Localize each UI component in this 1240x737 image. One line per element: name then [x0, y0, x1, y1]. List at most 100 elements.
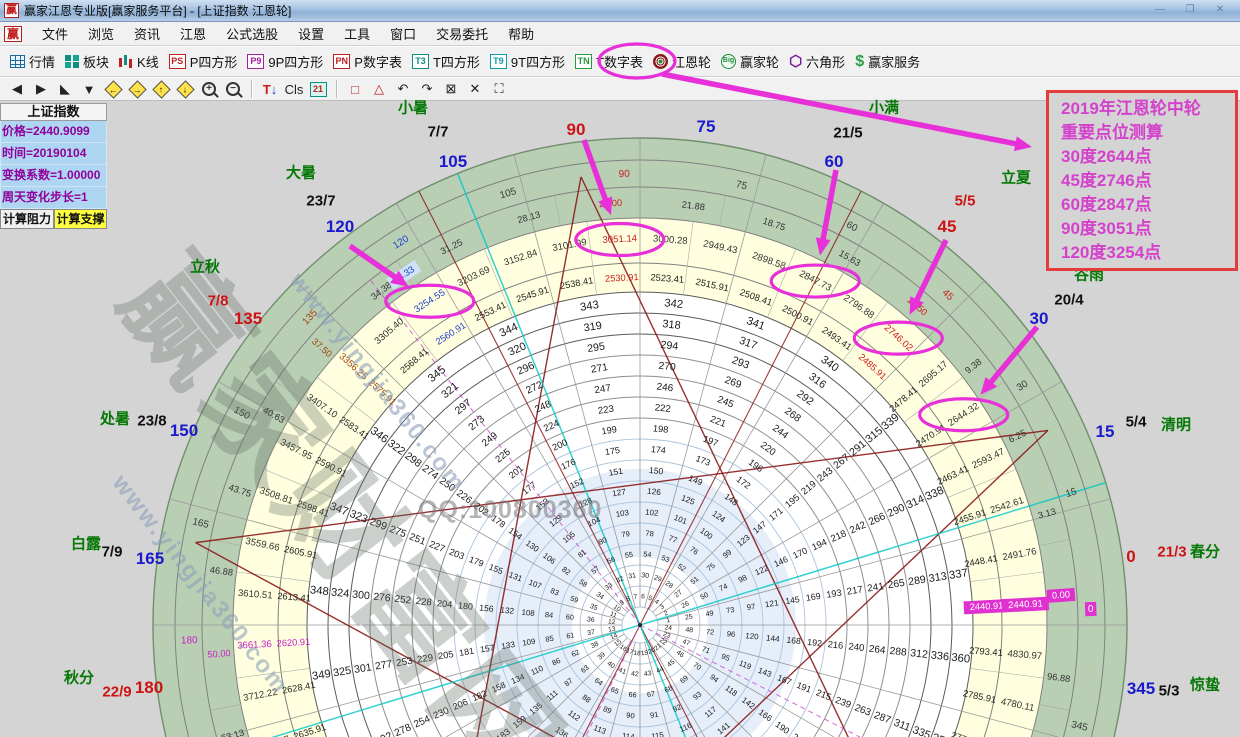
solar-term-label: 立秋 [190, 256, 220, 277]
menu-bar: 赢 文件浏览资讯江恩公式选股设置工具窗口交易委托帮助 [0, 22, 1240, 46]
toolbar-button-9P四方形[interactable]: P9 9P四方形 [243, 50, 329, 73]
degree-label: 120 [326, 217, 354, 237]
p9-square-icon: P9 [247, 54, 264, 69]
triangle-tool-icon[interactable]: △ [368, 79, 390, 99]
date-label: 5/5 [955, 193, 976, 210]
toolbar-button-K线[interactable]: K线 [115, 50, 165, 73]
toolbar-label: 赢家轮 [740, 52, 779, 71]
toolbar-button-六角形[interactable]: ⬡ 六角形 [785, 50, 851, 73]
toolbar-label: 赢家服务 [868, 52, 920, 71]
close-icon[interactable]: ✕ [1208, 2, 1232, 18]
solar-term-label: 大暑 [286, 162, 316, 183]
winner-wheel-icon: Big [721, 54, 736, 69]
market-grid-icon [10, 55, 25, 68]
degree-label: 105 [439, 152, 467, 172]
maximize-icon[interactable]: ❐ [1178, 2, 1202, 18]
degree-label: 180 [135, 678, 163, 698]
menu-item-1[interactable]: 浏览 [78, 21, 124, 46]
cls-button[interactable]: Cls [283, 79, 305, 99]
toolbar-label: P四方形 [190, 52, 238, 71]
date-label: 22/9 [102, 684, 131, 701]
gann-wheel-icon [653, 54, 668, 69]
page-down-icon[interactable]: ▼ [78, 79, 100, 99]
date-label: 23/7 [306, 193, 335, 210]
solar-term-label: 惊蛰 [1190, 674, 1220, 695]
calc-button-0[interactable]: 计算阻力 [0, 209, 54, 229]
zoom-in-icon[interactable]: + [198, 79, 220, 99]
toolbar-button-江恩轮[interactable]: 江恩轮 [649, 50, 717, 73]
calendar-icon[interactable]: 21 [307, 79, 329, 99]
degree-label: 165 [136, 549, 164, 569]
menu-item-2[interactable]: 资讯 [124, 21, 170, 46]
app-logo-icon: 赢 [4, 3, 19, 18]
screen-tool-icon[interactable]: ⛶ [488, 79, 510, 99]
toolbar-button-T四方形[interactable]: T3 T四方形 [408, 50, 486, 73]
toolbar-button-9T四方形[interactable]: T99T四方形 [486, 50, 571, 73]
date-label: 21/3 [1157, 544, 1186, 561]
toolbar-label: 六角形 [806, 52, 845, 71]
blocks-icon [65, 55, 79, 68]
zoom-out-icon[interactable]: − [222, 79, 244, 99]
calc-button-1[interactable]: 计算支撑 [54, 209, 107, 229]
solar-term-label: 处暑 [100, 408, 130, 429]
solar-term-label: 白露 [71, 533, 101, 554]
square-tool-icon[interactable]: □ [344, 79, 366, 99]
menu-item-9[interactable]: 帮助 [498, 21, 544, 46]
t-down-icon[interactable]: T↓ [259, 79, 281, 99]
diamond-left-icon[interactable]: ← [102, 79, 124, 99]
annotation-line-2: 30度2644点 [1061, 145, 1235, 169]
title-bar[interactable]: 赢 赢家江恩专业版[赢家服务平台] - [上证指数 江恩轮] —❐✕ [0, 0, 1240, 22]
annotation-line-0: 2019年江恩轮中轮 [1061, 97, 1235, 121]
annotation-line-4: 60度2847点 [1061, 193, 1235, 217]
info-row-2: 变换系数=1.00000 [0, 165, 107, 187]
hexagon-icon: ⬡ [789, 54, 802, 69]
t3-square-icon: T3 [412, 54, 429, 69]
next-arrow-icon[interactable]: ▶ [30, 79, 52, 99]
minimize-icon[interactable]: — [1148, 2, 1172, 18]
toolbar-label: 9P四方形 [268, 52, 323, 71]
annotation-line-1: 重要点位测算 [1061, 121, 1235, 145]
diamond-up-icon[interactable]: ↑ [150, 79, 172, 99]
annotation-box: 2019年江恩轮中轮重要点位测算30度2644点45度2746点60度2847点… [1046, 90, 1238, 271]
prev-arrow-icon[interactable]: ◀ [6, 79, 28, 99]
toolbar-button-T数字表[interactable]: TNT数字表 [571, 50, 649, 73]
info-row-1: 时间=20190104 [0, 143, 107, 165]
menu-item-7[interactable]: 窗口 [380, 21, 426, 46]
date-label: 7/7 [428, 124, 449, 141]
degree-label: 60 [825, 152, 844, 172]
menu-item-0[interactable]: 文件 [32, 21, 78, 46]
degree-label: 150 [170, 421, 198, 441]
date-label: 20/4 [1054, 292, 1083, 309]
solar-term-label: 小暑 [398, 97, 428, 118]
toolbar-button-赢家服务[interactable]: $赢家服务 [851, 50, 926, 73]
kline-icon [119, 55, 133, 69]
degree-label: 15 [1096, 422, 1115, 442]
diamond-down-icon[interactable]: ↓ [174, 79, 196, 99]
index-info-panel: 上证指数 价格=2440.9099时间=20190104变换系数=1.00000… [0, 103, 107, 229]
info-row-3: 周天变化步长=1 [0, 187, 107, 209]
menu-item-4[interactable]: 公式选股 [216, 21, 288, 46]
toolbar-label: T四方形 [433, 52, 480, 71]
toolbar-label: 9T四方形 [511, 52, 565, 71]
toolbar-button-行情[interactable]: 行情 [6, 50, 61, 73]
date-label: 7/8 [208, 293, 229, 310]
solar-term-label: 小满 [869, 97, 899, 118]
toolbar-button-P数字表[interactable]: PNP数字表 [329, 50, 408, 73]
menu-item-6[interactable]: 工具 [334, 21, 380, 46]
toolbar-button-赢家轮[interactable]: Big 赢家轮 [717, 50, 785, 73]
page-left-icon[interactable]: ◣ [54, 79, 76, 99]
toolbar-button-P四方形[interactable]: PSP四方形 [165, 50, 244, 73]
annotation-line-6: 120度3254点 [1061, 241, 1235, 265]
menu-item-3[interactable]: 江恩 [170, 21, 216, 46]
menu-item-5[interactable]: 设置 [288, 21, 334, 46]
menu-item-8[interactable]: 交易委托 [426, 21, 498, 46]
degree-label: 45 [938, 217, 957, 237]
solar-term-label: 立夏 [1001, 167, 1031, 188]
toolbar-button-板块[interactable]: 板块 [61, 50, 115, 73]
toolbar-label: K线 [137, 52, 159, 71]
resize-x-icon[interactable]: ✕ [464, 79, 486, 99]
diamond-right-icon[interactable]: → [126, 79, 148, 99]
degree-label: 135 [234, 309, 262, 329]
solar-term-label: 清明 [1161, 414, 1191, 435]
boxed-x-icon[interactable]: ⊠ [440, 79, 462, 99]
